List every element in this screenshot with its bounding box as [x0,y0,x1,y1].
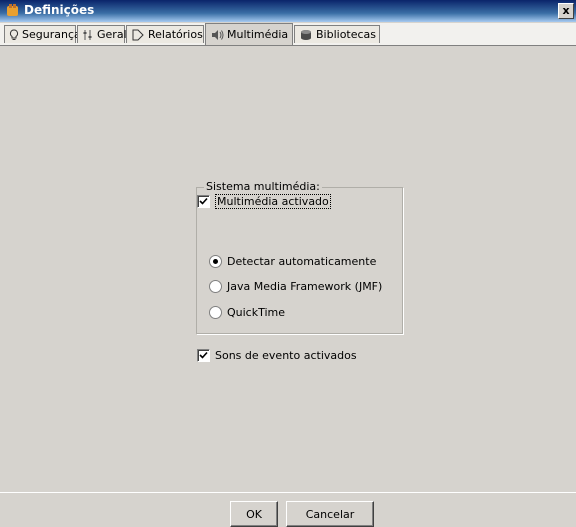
tab-label: Relatórios [148,28,203,41]
radio-button[interactable] [209,306,222,319]
checkbox-box[interactable] [197,349,210,362]
speaker-icon [210,28,224,42]
database-icon [299,28,313,42]
button-bar: OK Cancelar [0,492,576,527]
tab-label: Bibliotecas [316,28,377,41]
lightbulb-icon [9,28,19,42]
close-button[interactable]: x [558,3,574,19]
cancel-button[interactable]: Cancelar [286,501,374,527]
tab-geral[interactable]: Geral [77,25,127,43]
radio-label: QuickTime [227,306,286,319]
radio-detect-automatically[interactable]: Detectar automaticamente [209,255,376,268]
radio-quicktime[interactable]: QuickTime [209,306,285,319]
radio-label: Detectar automaticamente [227,255,377,268]
tab-label: Geral [97,28,127,41]
ok-button[interactable]: OK [230,501,278,527]
settings-dialog: Definições x Segurança Geral Relatórios [0,0,576,527]
event-sounds-checkbox[interactable]: Sons de evento activados [197,349,357,362]
tab-label: Multimédia [227,28,289,41]
tab-bibliotecas[interactable]: Bibliotecas [294,25,380,43]
radio-button[interactable] [209,280,222,293]
sliders-icon [82,28,94,42]
radio-label: Java Media Framework (JMF) [227,280,383,293]
app-icon [6,4,19,17]
tab-seguranca[interactable]: Segurança [4,25,81,43]
radio-button[interactable] [209,255,222,268]
multimedia-system-title: Sistema multimédia: [204,180,322,193]
report-arrow-icon [131,28,145,42]
event-sounds-label: Sons de evento activados [215,349,357,362]
radio-jmf[interactable]: Java Media Framework (JMF) [209,280,382,293]
tab-bar: Segurança Geral Relatórios Multimédia Bi… [0,23,576,45]
title-bar: Definições x [0,0,576,22]
window-title: Definições [24,3,95,17]
tab-label: Segurança [22,28,81,41]
tab-relatorios[interactable]: Relatórios [126,25,204,43]
tab-multimedia[interactable]: Multimédia [205,23,293,45]
